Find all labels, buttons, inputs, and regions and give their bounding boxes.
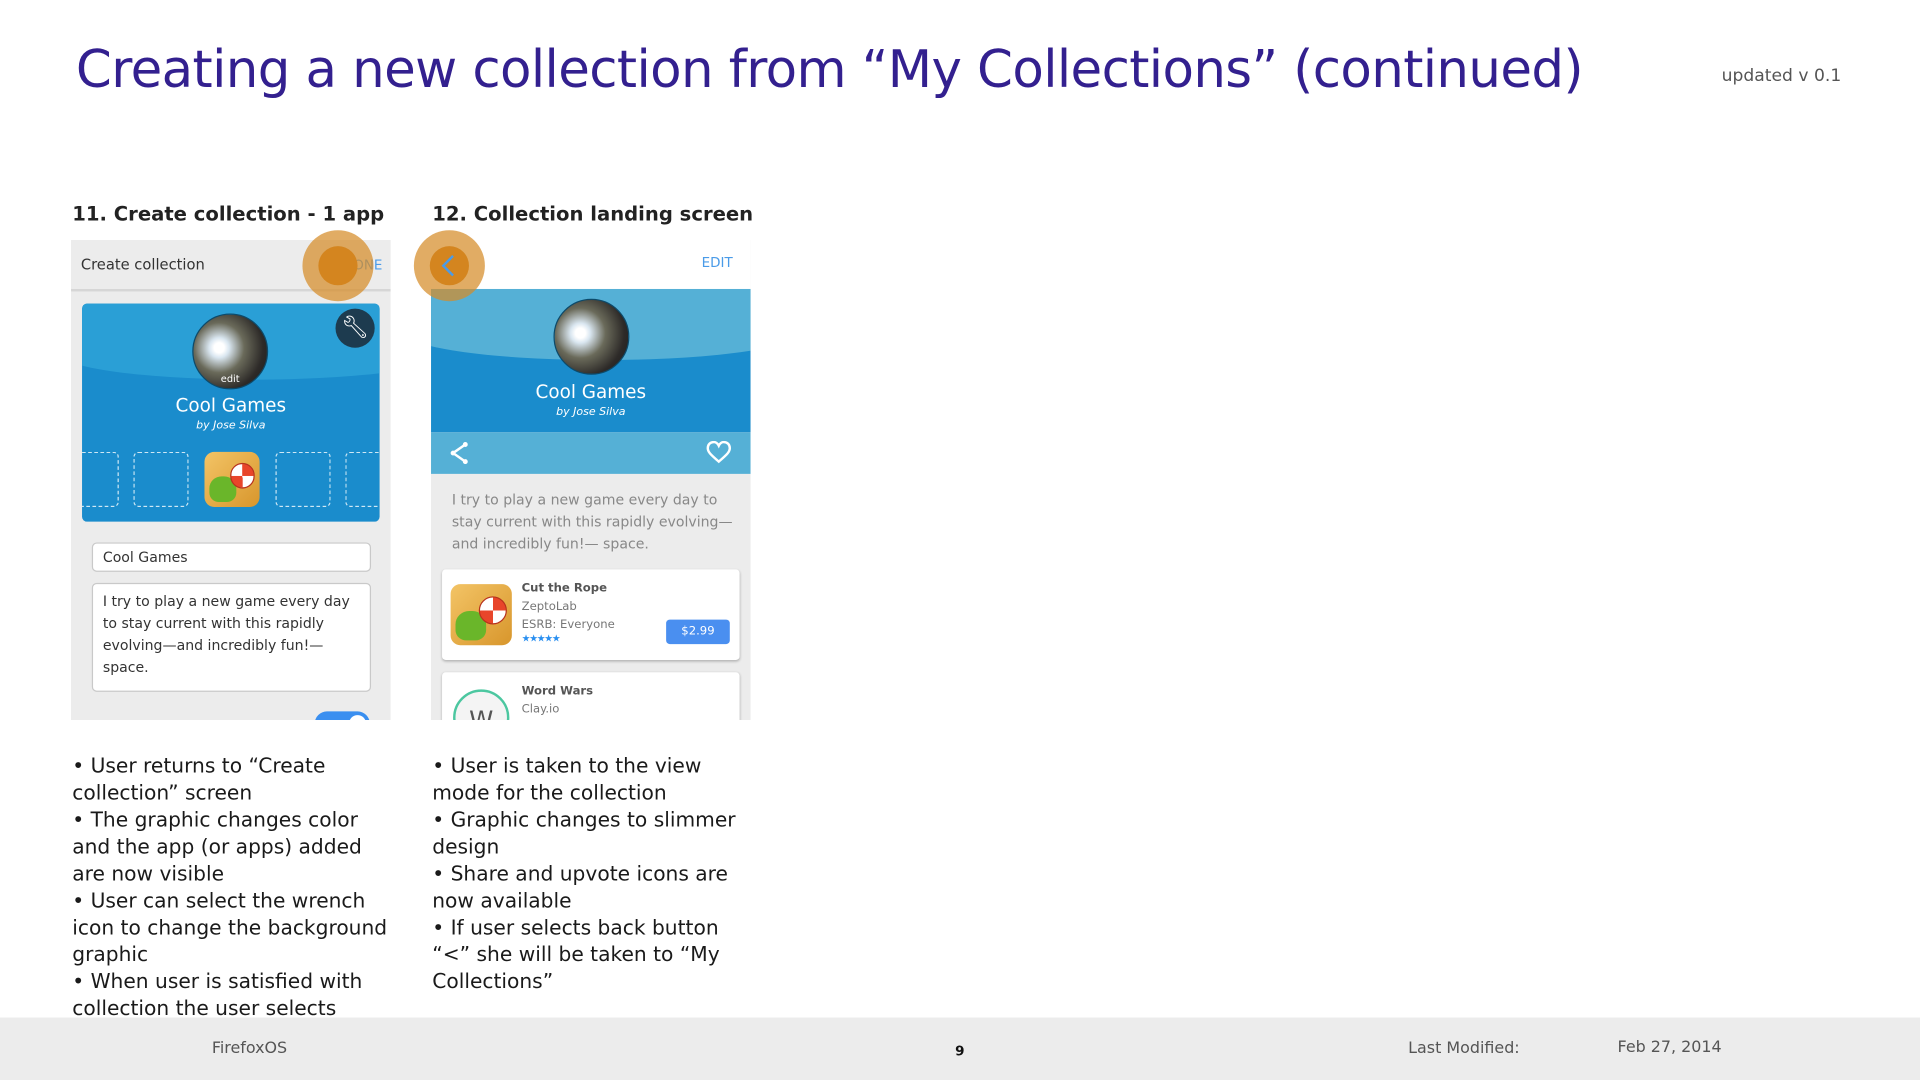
action-bar	[431, 432, 751, 474]
avatar[interactable]: edit	[192, 313, 269, 390]
collection-landing-mockup: EDIT Cool Games by Jose Silva I try to p…	[431, 240, 751, 721]
slide: Creating a new collection from “My Colle…	[0, 0, 1920, 1080]
note-item: • If user selects back button “<” she wi…	[432, 915, 720, 994]
heart-upvote-icon[interactable]	[706, 440, 732, 464]
empty-app-slot[interactable]	[345, 451, 380, 507]
app-rating-label: ESRB: Everyone	[521, 618, 615, 632]
empty-app-slot[interactable]	[275, 451, 331, 507]
star-rating: ★★★★★	[521, 633, 561, 645]
footer-product: FirefoxOS	[211, 1039, 288, 1058]
note-item: • Share and upvote icons are now availab…	[432, 862, 728, 913]
note-item: • Graphic changes to slimmer design	[432, 808, 736, 859]
collection-description: I try to play a new game every day to st…	[451, 491, 733, 553]
app-developer: Clay.io	[521, 702, 560, 717]
step12-heading: 12. Collection landing screen	[432, 202, 754, 226]
app-developer: ZeptoLab	[521, 600, 577, 614]
collection-byline: by Jose Silva	[196, 420, 266, 433]
empty-app-slot[interactable]	[133, 451, 189, 507]
app-list-item[interactable]: Cut the Rope ZeptoLab ESRB: Everyone ★★★…	[442, 569, 740, 661]
note-item: • User is taken to the view mode for the…	[432, 754, 702, 805]
landing-banner: Cool Games by Jose Silva	[431, 288, 751, 433]
cut-the-rope-app-icon[interactable]	[204, 451, 260, 507]
last-modified-label: Last Modified:	[1408, 1039, 1520, 1058]
app-list-item[interactable]: W Word Wars Clay.io	[442, 672, 740, 721]
cut-the-rope-app-icon	[450, 584, 512, 646]
last-modified-date: Feb 27, 2014	[1617, 1038, 1722, 1057]
avatar-edit-label[interactable]: edit	[193, 373, 266, 384]
collection-description-input[interactable]: I try to play a new game every day to st…	[91, 582, 372, 692]
create-collection-mockup: Create collection DONE edit 🔧︎ Cool Game…	[71, 240, 391, 721]
back-chevron-icon[interactable]	[441, 253, 456, 277]
toggle-switch[interactable]	[314, 711, 370, 721]
step12-notes: • User is taken to the view mode for the…	[432, 753, 750, 995]
collection-banner: edit 🔧︎ Cool Games by Jose Silva	[82, 303, 380, 522]
page-number: 9	[955, 1043, 965, 1060]
empty-app-slot[interactable]	[82, 451, 119, 507]
app-name: Word Wars	[521, 684, 594, 698]
wrench-icon[interactable]: 🔧︎	[335, 308, 375, 348]
collection-name-input[interactable]: Cool Games	[91, 542, 372, 572]
collection-name: Cool Games	[175, 394, 287, 417]
step11-notes: • User returns to “Create collection” sc…	[72, 753, 390, 1049]
step11-heading: 11. Create collection - 1 app	[72, 202, 385, 226]
slide-title: Creating a new collection from “My Colle…	[75, 39, 1584, 100]
header-title: Create collection	[80, 255, 205, 274]
word-wars-app-icon: W	[453, 689, 510, 721]
buy-price-button[interactable]: $2.99	[666, 619, 730, 645]
avatar	[553, 298, 630, 375]
collection-byline: by Jose Silva	[556, 406, 626, 419]
note-item: • User can select the wrench icon to cha…	[72, 888, 388, 967]
app-name: Cut the Rope	[521, 581, 608, 596]
note-item: • User returns to “Create collection” sc…	[72, 754, 326, 805]
share-icon[interactable]	[449, 442, 469, 465]
collection-name: Cool Games	[535, 380, 647, 403]
note-item: • The graphic changes color and the app …	[72, 808, 362, 886]
edit-button[interactable]: EDIT	[702, 255, 733, 271]
version-label: updated v 0.1	[1721, 66, 1842, 86]
